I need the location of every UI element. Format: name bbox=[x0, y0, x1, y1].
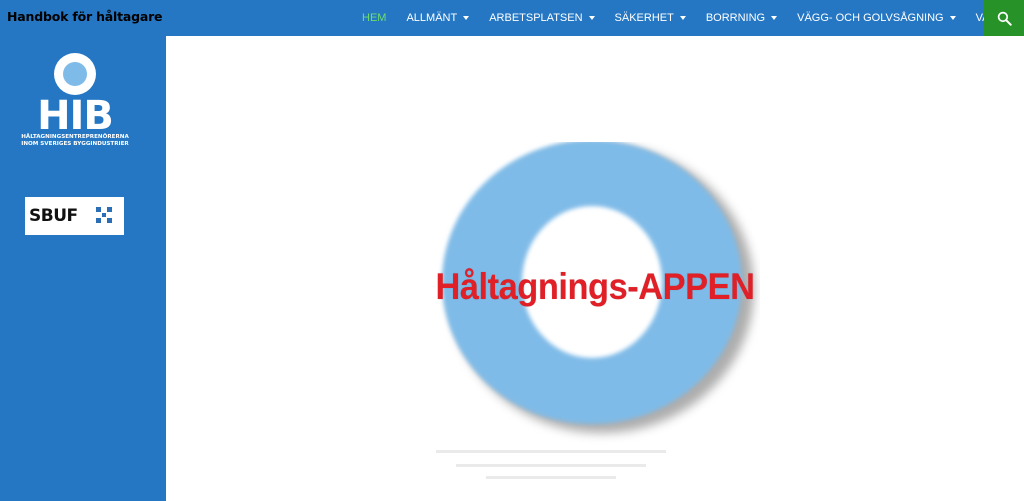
chevron-down-icon bbox=[588, 16, 595, 20]
sbuf-logo-letters: SBUF bbox=[29, 206, 78, 226]
hib-logo-letters: HIB bbox=[37, 93, 113, 139]
hib-logo-line2: INOM SVERIGES BYGGINDUSTRIER bbox=[21, 141, 129, 147]
nav-item-sakerhet[interactable]: SÄKERHET bbox=[605, 0, 696, 36]
chevron-down-icon bbox=[679, 16, 686, 20]
search-icon bbox=[997, 11, 1012, 26]
main-content: Håltagnings-APPEN bbox=[166, 36, 1024, 501]
nav-item-borrning[interactable]: BORRNING bbox=[696, 0, 787, 36]
nav-item-vagg-och-golvsagning[interactable]: VÄGG- OCH GOLVSÅGNING bbox=[787, 0, 966, 36]
nav-label: SÄKERHET bbox=[614, 12, 674, 24]
app-title: Håltagnings-APPEN bbox=[435, 266, 755, 307]
sbuf-logo[interactable]: SBUF bbox=[25, 197, 124, 235]
nav-label: HEM bbox=[362, 12, 387, 24]
hib-logo[interactable]: HIB HÅLTAGNINGSENTREPRENÖRERNA INOM SVER… bbox=[18, 52, 132, 148]
sbuf-grid-icon bbox=[96, 207, 112, 223]
nav-label: ALLMÄNT bbox=[406, 12, 458, 24]
hib-logo-line1: HÅLTAGNINGSENTREPRENÖRERNA bbox=[21, 133, 129, 140]
sidebar: HIB HÅLTAGNINGSENTREPRENÖRERNA INOM SVER… bbox=[0, 36, 166, 501]
site-title[interactable]: Handbok för håltagare bbox=[7, 9, 163, 24]
faded-reflection bbox=[436, 450, 666, 479]
nav-item-allmant[interactable]: ALLMÄNT bbox=[396, 0, 479, 36]
search-button[interactable] bbox=[984, 0, 1024, 36]
nav-item-hem[interactable]: HEM bbox=[352, 0, 396, 36]
nav-label: ARBETSPLATSEN bbox=[489, 12, 583, 24]
chevron-down-icon bbox=[463, 16, 470, 20]
nav-label: BORRNING bbox=[705, 12, 766, 24]
nav-label: VÄGG- OCH GOLVSÅGNING bbox=[797, 12, 944, 24]
chevron-down-icon bbox=[949, 16, 956, 20]
chevron-down-icon bbox=[771, 16, 778, 20]
main-navigation: HEM ALLMÄNT ARBETSPLATSEN SÄKERHET BORRN… bbox=[352, 0, 1024, 36]
nav-item-arbetsplatsen[interactable]: ARBETSPLATSEN bbox=[479, 0, 604, 36]
site-header: Handbok för håltagare HEM ALLMÄNT ARBETS… bbox=[0, 0, 1024, 36]
